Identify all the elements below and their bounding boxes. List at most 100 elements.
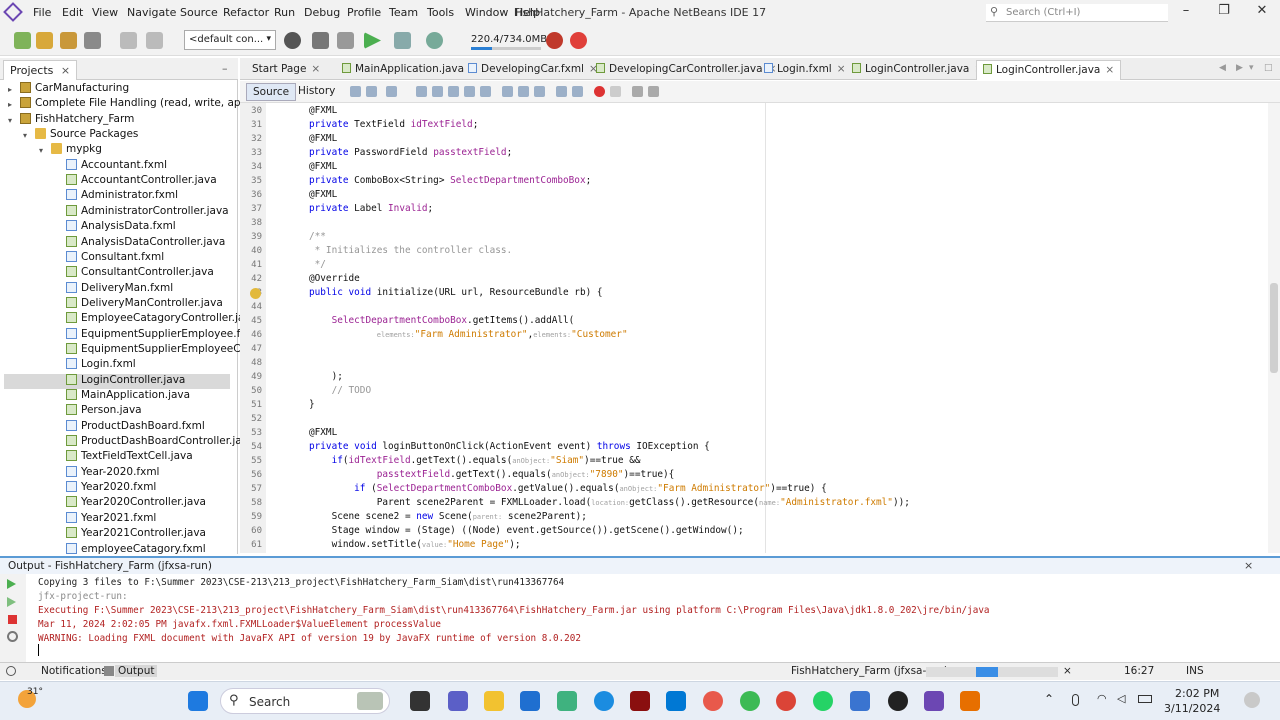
- tree-item[interactable]: Year2021.fxml: [66, 511, 156, 527]
- speaker-icon[interactable]: ◁: [1117, 692, 1125, 705]
- profiler-icon[interactable]: [570, 32, 587, 49]
- tree-item[interactable]: Consultant.fxml: [66, 250, 164, 266]
- debug-icon[interactable]: [394, 32, 411, 49]
- vscode-icon[interactable]: [666, 691, 686, 711]
- history-view-button[interactable]: History: [292, 83, 341, 101]
- last-edit-icon[interactable]: [350, 86, 361, 97]
- tabs-left-icon[interactable]: ◀: [1219, 63, 1226, 73]
- store-icon[interactable]: [520, 691, 540, 711]
- tree-item[interactable]: Complete File Handling (read, write, app…: [20, 97, 267, 112]
- tree-item[interactable]: mypkg: [51, 143, 102, 158]
- notifications-tab[interactable]: Notifications: [41, 665, 107, 677]
- output-console[interactable]: Copying 3 files to F:\Summer 2023\CSE-21…: [0, 574, 1280, 662]
- close-tab-icon[interactable]: ×: [1105, 64, 1114, 76]
- toggle-bookmark-icon[interactable]: [502, 86, 513, 97]
- notifications-icon[interactable]: [6, 666, 16, 676]
- find-selection-icon[interactable]: [464, 86, 475, 97]
- find-next-icon[interactable]: [448, 86, 459, 97]
- ide-search-input[interactable]: ⚲ Search (Ctrl+I): [986, 4, 1168, 22]
- shift-right-icon[interactable]: [572, 86, 583, 97]
- tree-item[interactable]: AccountantController.java: [66, 174, 217, 189]
- find-icon[interactable]: [416, 86, 427, 97]
- clock-time[interactable]: 2:02 PM: [1175, 687, 1219, 700]
- start-icon[interactable]: [188, 691, 208, 711]
- new-file-icon[interactable]: [14, 32, 31, 49]
- uncomment-icon[interactable]: [648, 86, 659, 97]
- taskbar-search[interactable]: ⚲ Search: [220, 688, 390, 714]
- open-project-icon[interactable]: [60, 32, 77, 49]
- tree-toggle-icon[interactable]: ▸: [8, 85, 12, 94]
- close-icon[interactable]: ×: [61, 64, 70, 77]
- tree-item[interactable]: Year2020Controller.java: [66, 496, 206, 511]
- output-title[interactable]: Output - FishHatchery_Farm (jfxsa-run): [8, 560, 212, 572]
- output-tab[interactable]: Output: [115, 665, 158, 677]
- close-output-icon[interactable]: ×: [1244, 559, 1253, 572]
- run-icon[interactable]: [364, 32, 381, 49]
- firefox-icon[interactable]: [703, 691, 723, 711]
- editor-tab[interactable]: LoginController.java×: [846, 60, 989, 80]
- tree-item[interactable]: Year2021Controller.java: [66, 527, 206, 542]
- editor-tab[interactable]: DevelopingCarController.java×: [590, 60, 782, 80]
- tree-item[interactable]: EmployeeCatagoryController.java: [66, 312, 257, 327]
- tree-item[interactable]: MainApplication.java: [66, 389, 190, 404]
- clean-build-icon[interactable]: [337, 32, 354, 49]
- tree-item[interactable]: Year-2020.fxml: [66, 465, 159, 481]
- gc-icon[interactable]: [546, 32, 563, 49]
- tabs-maximize-icon[interactable]: □: [1264, 63, 1273, 73]
- chevron-up-icon[interactable]: ⌃: [1044, 692, 1054, 706]
- tree-item[interactable]: ProductDashBoardController.java: [66, 435, 254, 450]
- tree-item[interactable]: CarManufacturing: [20, 82, 129, 97]
- editor-tab[interactable]: LoginController.java×: [976, 60, 1122, 80]
- tree-toggle-icon[interactable]: ▸: [8, 100, 12, 109]
- battery-icon[interactable]: [1138, 695, 1152, 703]
- tree-toggle-icon[interactable]: ▾: [23, 131, 27, 140]
- configuration-select[interactable]: <default con... ▾: [184, 30, 276, 50]
- minimize-panel-icon[interactable]: –: [222, 62, 228, 75]
- tree-item[interactable]: Accountant.fxml: [66, 158, 167, 174]
- tree-item[interactable]: AnalysisDataController.java: [66, 235, 225, 251]
- stop-icon[interactable]: [8, 615, 17, 624]
- wifi-icon[interactable]: ◠: [1097, 692, 1107, 705]
- clock-date[interactable]: 3/11/2024: [1164, 702, 1220, 715]
- notepad-icon[interactable]: [850, 691, 870, 711]
- task-view-icon[interactable]: [410, 691, 430, 711]
- tree-item[interactable]: AnalysisData.fxml: [66, 220, 176, 235]
- comment-icon[interactable]: [632, 86, 643, 97]
- settings-icon[interactable]: [7, 631, 18, 642]
- tree-item[interactable]: ConsultantController.java: [66, 266, 214, 281]
- tree-item[interactable]: FishHatchery_Farm: [20, 112, 134, 128]
- tree-item[interactable]: Login.fxml: [66, 358, 136, 373]
- build-hammer-icon[interactable]: [312, 32, 329, 49]
- previous-bookmark-icon[interactable]: [518, 86, 529, 97]
- tree-item[interactable]: EquipmentSupplierEmployee.fxml: [66, 327, 260, 343]
- rerun-icon[interactable]: [7, 579, 16, 589]
- tree-item[interactable]: Administrator.fxml: [66, 189, 178, 204]
- target-icon[interactable]: [284, 32, 301, 49]
- forward-icon[interactable]: [386, 86, 397, 97]
- notification-center-icon[interactable]: [1244, 692, 1260, 708]
- tree-item[interactable]: Person.java: [66, 404, 142, 419]
- editor-tab[interactable]: DevelopingCar.fxml ×: [462, 60, 604, 80]
- source-view-button[interactable]: Source: [246, 83, 297, 101]
- microphone-icon[interactable]: [1072, 694, 1079, 706]
- tree-item[interactable]: TextFieldTextCell.java: [66, 450, 193, 465]
- tree-item[interactable]: Year2020.fxml: [66, 481, 156, 496]
- tree-item[interactable]: DeliveryManController.java: [66, 296, 223, 312]
- close-window-button[interactable]: ✕: [1252, 3, 1272, 18]
- override-hint-icon[interactable]: [250, 288, 261, 299]
- editor-tab[interactable]: Login.fxml ×: [758, 60, 852, 80]
- netbeans-icon[interactable]: [924, 691, 944, 711]
- output-tab-icon[interactable]: [104, 666, 114, 676]
- whatsapp-icon[interactable]: [813, 691, 833, 711]
- profile-icon[interactable]: [426, 32, 443, 49]
- maximize-button[interactable]: ❐: [1214, 3, 1234, 18]
- save-all-icon[interactable]: [84, 32, 101, 49]
- undo-icon[interactable]: [120, 32, 137, 49]
- tree-item[interactable]: LoginController.java: [4, 373, 230, 389]
- tree-item[interactable]: DeliveryMan.fxml: [66, 281, 173, 297]
- close-tab-icon[interactable]: ×: [837, 63, 846, 75]
- scrollbar-thumb[interactable]: [1270, 283, 1278, 373]
- toggle-highlight-icon[interactable]: [480, 86, 491, 97]
- new-project-icon[interactable]: [36, 32, 53, 49]
- edge-icon[interactable]: [594, 691, 614, 711]
